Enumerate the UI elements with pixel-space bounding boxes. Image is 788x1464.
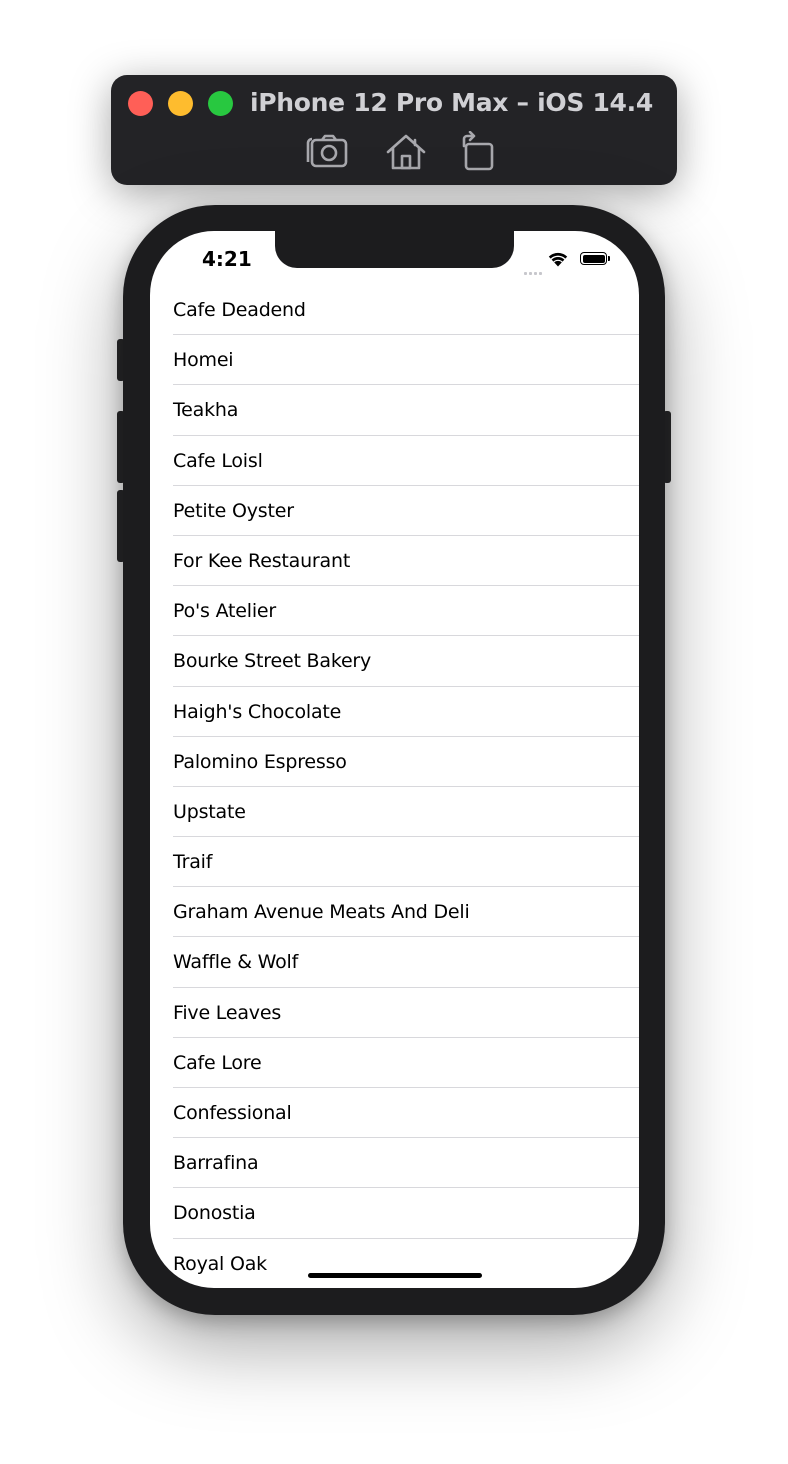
- simulator-title: iPhone 12 Pro Max – iOS 14.4: [250, 88, 653, 117]
- list-item[interactable]: Donostia: [150, 1188, 639, 1239]
- list-item[interactable]: Waffle & Wolf: [150, 937, 639, 988]
- restaurant-list[interactable]: Cafe Deadend Homei Teakha Cafe Loisl Petite …: [150, 285, 639, 1288]
- home-icon[interactable]: [384, 131, 428, 173]
- minimize-button[interactable]: [168, 91, 193, 116]
- list-item[interactable]: Cafe Deadend: [150, 285, 639, 336]
- list-item[interactable]: Five Leaves: [150, 988, 639, 1039]
- list-item[interactable]: Po's Atelier: [150, 586, 639, 637]
- list-item[interactable]: Teakha: [150, 385, 639, 436]
- screenshot-icon[interactable]: [305, 131, 349, 173]
- battery-icon: [580, 252, 610, 265]
- list-item[interactable]: Upstate: [150, 787, 639, 838]
- list-item[interactable]: Barrafina: [150, 1138, 639, 1189]
- close-button[interactable]: [128, 91, 153, 116]
- list-item[interactable]: Haigh's Chocolate: [150, 687, 639, 737]
- list-item[interactable]: Homei: [150, 335, 639, 386]
- home-indicator[interactable]: [308, 1273, 482, 1278]
- wifi-icon: [548, 252, 568, 267]
- device-screen: 4:21 Cafe Deadend Homei Teakha Cafe Loisl Pe…: [150, 231, 639, 1288]
- rotate-icon[interactable]: [456, 130, 500, 173]
- list-item[interactable]: Palomino Espresso: [150, 737, 639, 788]
- list-item[interactable]: Traif: [150, 837, 639, 888]
- list-item[interactable]: Petite Oyster: [150, 486, 639, 537]
- list-item[interactable]: Confessional: [150, 1088, 639, 1139]
- list-item[interactable]: Cafe Lore: [150, 1038, 639, 1089]
- list-item[interactable]: For Kee Restaurant: [150, 536, 639, 587]
- zoom-button[interactable]: [208, 91, 233, 116]
- list-item[interactable]: Cafe Loisl: [150, 436, 639, 486]
- notch: [275, 231, 514, 268]
- status-time: 4:21: [202, 247, 252, 271]
- list-item[interactable]: Royal Oak: [150, 1239, 639, 1288]
- signal-icon: [524, 262, 544, 280]
- list-item[interactable]: Bourke Street Bakery: [150, 636, 639, 687]
- list-item[interactable]: Graham Avenue Meats And Deli: [150, 887, 639, 938]
